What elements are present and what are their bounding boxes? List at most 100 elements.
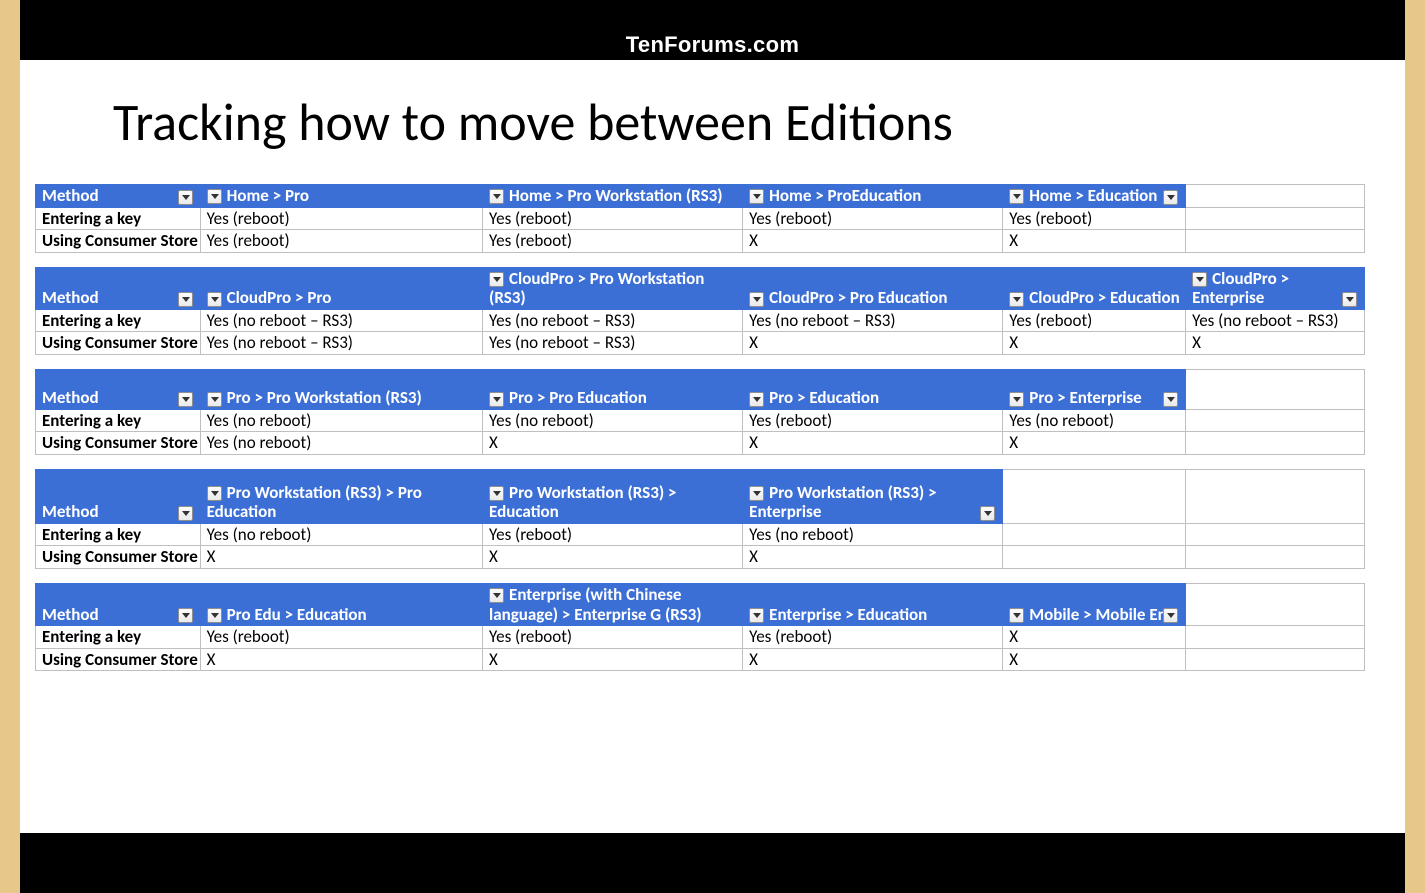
col-pro-edu: Pro > Education [743, 369, 1003, 409]
cell: Yes (reboot) [1003, 207, 1186, 230]
row-consumer-store: Using Consumer Store [36, 332, 201, 355]
row-consumer-store: Using Consumer Store [36, 432, 201, 455]
blank-cell [1186, 469, 1365, 523]
table-misc: Method Pro Edu > Education Enterprise (w… [35, 583, 1365, 671]
filter-icon[interactable] [207, 189, 222, 204]
cell: Yes (reboot) [483, 626, 743, 649]
cell: X [1003, 626, 1186, 649]
filter-icon[interactable] [749, 189, 764, 204]
blank-cell [1003, 546, 1186, 569]
filter-icon[interactable] [1163, 608, 1178, 623]
blank-cell [1186, 546, 1365, 569]
filter-icon[interactable] [207, 486, 222, 501]
bottom-black-bar [20, 833, 1405, 893]
cell: X [1186, 332, 1365, 355]
filter-icon[interactable] [178, 506, 193, 521]
filter-icon[interactable] [178, 608, 193, 623]
cell: Yes (reboot) [743, 207, 1003, 230]
cell: X [743, 230, 1003, 253]
filter-icon[interactable] [1009, 392, 1024, 407]
cell: Yes (no reboot – RS3) [483, 309, 743, 332]
col-method: Method [36, 185, 201, 208]
filter-icon[interactable] [207, 392, 222, 407]
cell: Yes (reboot) [483, 230, 743, 253]
filter-icon[interactable] [489, 588, 504, 603]
cell: Yes (reboot) [200, 207, 482, 230]
filter-icon[interactable] [207, 608, 222, 623]
cell: Yes (no reboot) [200, 432, 482, 455]
cell: Yes (no reboot) [200, 523, 482, 546]
filter-icon[interactable] [1009, 608, 1024, 623]
table-prows: Method Pro Workstation (RS3) > Pro Educa… [35, 469, 1365, 569]
table-home: Method Home > Pro Home > Pro Workstation… [35, 184, 1365, 253]
cell: X [200, 648, 482, 671]
cell: Yes (no reboot) [200, 409, 482, 432]
filter-icon[interactable] [178, 392, 193, 407]
cell: Yes (no reboot – RS3) [743, 309, 1003, 332]
col-ent-edu: Enterprise > Education [743, 584, 1003, 626]
cell: Yes (no reboot – RS3) [200, 309, 482, 332]
col-pro-prows: Pro > Pro Workstation (RS3) [200, 369, 482, 409]
col-home-proedu: Home > ProEducation [743, 185, 1003, 208]
cell: Yes (reboot) [1003, 309, 1186, 332]
col-prows-edu: Pro Workstation (RS3) > Education [483, 469, 743, 523]
filter-icon[interactable] [489, 392, 504, 407]
col-home-prows: Home > Pro Workstation (RS3) [483, 185, 743, 208]
cell: X [743, 546, 1003, 569]
filter-icon[interactable] [489, 189, 504, 204]
filter-icon[interactable] [749, 292, 764, 307]
filter-icon[interactable] [178, 190, 193, 205]
filter-icon[interactable] [207, 292, 222, 307]
filter-icon[interactable] [980, 506, 995, 521]
filter-icon[interactable] [1163, 190, 1178, 205]
filter-icon[interactable] [749, 608, 764, 623]
cell: Yes (reboot) [743, 409, 1003, 432]
col-method: Method [36, 584, 201, 626]
cell: X [483, 546, 743, 569]
row-entering-key: Entering a key [36, 309, 201, 332]
cell: Yes (no reboot) [1003, 409, 1186, 432]
row-entering-key: Entering a key [36, 207, 201, 230]
table-pro: Method Pro > Pro Workstation (RS3) Pro >… [35, 369, 1365, 455]
col-proedu-edu: Pro Edu > Education [200, 584, 482, 626]
cell: X [743, 648, 1003, 671]
blank-cell [1003, 523, 1186, 546]
filter-icon[interactable] [1009, 189, 1024, 204]
row-entering-key: Entering a key [36, 626, 201, 649]
blank-cell [1186, 409, 1365, 432]
filter-icon[interactable] [1163, 392, 1178, 407]
cell: Yes (no reboot) [483, 409, 743, 432]
cell: X [1003, 432, 1186, 455]
blank-cell [1003, 469, 1186, 523]
filter-icon[interactable] [1009, 292, 1024, 307]
cell: Yes (no reboot – RS3) [483, 332, 743, 355]
filter-icon[interactable] [1342, 292, 1357, 307]
cell: X [483, 432, 743, 455]
watermark: TenForums.com [626, 32, 799, 58]
filter-icon[interactable] [1192, 272, 1207, 287]
col-method: Method [36, 267, 201, 309]
cell: Yes (reboot) [743, 626, 1003, 649]
blank-cell [1186, 626, 1365, 649]
row-entering-key: Entering a key [36, 409, 201, 432]
row-entering-key: Entering a key [36, 523, 201, 546]
blank-cell [1186, 369, 1365, 409]
filter-icon[interactable] [178, 292, 193, 307]
cell: X [200, 546, 482, 569]
filter-icon[interactable] [489, 486, 504, 501]
row-consumer-store: Using Consumer Store [36, 546, 201, 569]
col-method: Method [36, 469, 201, 523]
col-method: Method [36, 369, 201, 409]
cell: Yes (reboot) [483, 523, 743, 546]
blank-cell [1186, 584, 1365, 626]
cell: Yes (reboot) [483, 207, 743, 230]
cell: X [1003, 332, 1186, 355]
blank-cell [1186, 185, 1365, 208]
cell: Yes (reboot) [200, 230, 482, 253]
row-consumer-store: Using Consumer Store [36, 648, 201, 671]
filter-icon[interactable] [749, 486, 764, 501]
col-entg: Enterprise (with Chinese language) > Ent… [483, 584, 743, 626]
col-home-pro: Home > Pro [200, 185, 482, 208]
filter-icon[interactable] [489, 272, 504, 287]
filter-icon[interactable] [749, 392, 764, 407]
